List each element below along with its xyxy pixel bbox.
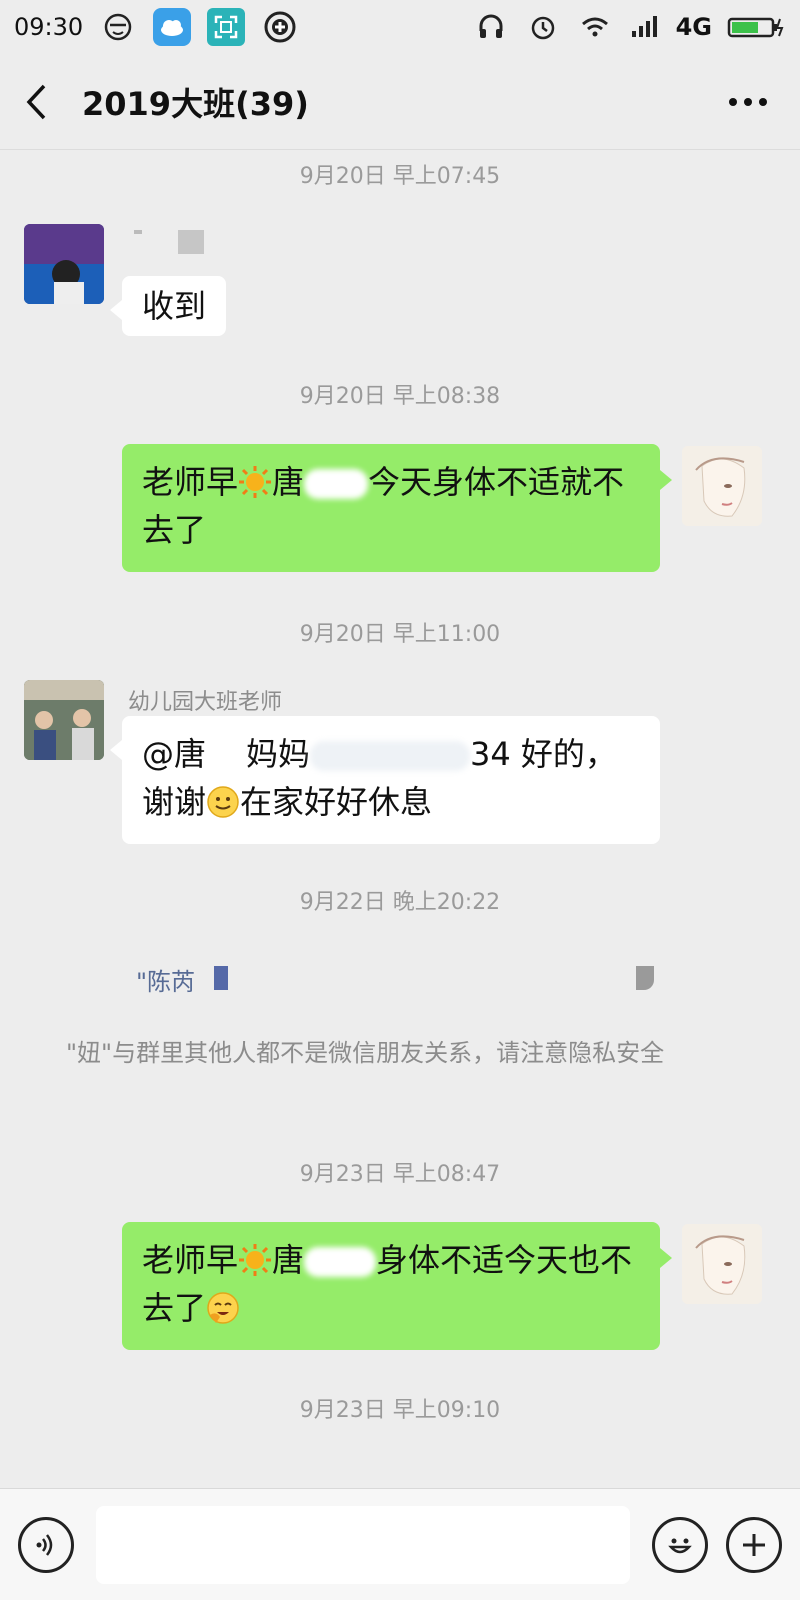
weather-icon <box>153 8 192 46</box>
message-text: 唐 <box>272 1241 305 1279</box>
emoji-button[interactable] <box>652 1516 708 1573</box>
system-notice: "妞"与群里其他人都不是微信朋友关系，请注意隐私安全 <box>66 1039 665 1067</box>
scan-icon <box>207 8 246 46</box>
more-dots-icon <box>729 97 767 106</box>
status-bar: 09:30 4G <box>0 0 800 54</box>
redacted-text <box>310 741 471 771</box>
redacted-mark <box>214 966 228 990</box>
chat-header: 2019大班(39) <box>0 54 800 150</box>
message-timestamp: 9月23日 早上09:10 <box>299 1398 501 1423</box>
alarm-icon <box>524 8 562 46</box>
sender-name: 幼儿园大班老师 <box>128 690 283 715</box>
message-bubble-outgoing[interactable]: 老师早唐身体不适今天也不去了 <box>122 1222 672 1350</box>
redacted-mark <box>636 966 654 990</box>
plus-icon <box>743 1533 765 1556</box>
message-text: 妈妈 <box>246 735 311 773</box>
message-timestamp: 9月20日 早上11:00 <box>299 622 501 647</box>
avatar[interactable] <box>24 680 104 760</box>
signal-icon <box>628 8 662 46</box>
voice-button[interactable] <box>18 1516 74 1573</box>
voice-icon <box>36 1533 53 1556</box>
message-text: 老师早 <box>142 463 239 501</box>
message-bubble-outgoing[interactable]: 老师早唐今天身体不适就不去了 <box>122 444 672 572</box>
facepalm-emoji-icon <box>207 1292 239 1324</box>
message-timestamp: 9月23日 早上08:47 <box>299 1162 501 1187</box>
message-text: 收到 <box>142 287 207 325</box>
mention-text[interactable]: @唐 <box>142 735 206 773</box>
plus-circle-icon <box>261 8 299 46</box>
sun-emoji-icon <box>239 466 272 498</box>
message-timestamp: 9月20日 早上07:45 <box>299 164 501 189</box>
emoji-icon <box>668 1538 692 1553</box>
redacted-mark <box>178 230 204 254</box>
message-text: 唐 <box>272 463 305 501</box>
redacted-text <box>304 469 369 499</box>
message-input[interactable] <box>96 1505 630 1584</box>
back-button[interactable] <box>24 77 64 127</box>
message-timestamp: 9月20日 早上08:38 <box>299 384 501 409</box>
redacted-name <box>134 230 142 234</box>
plus-button[interactable] <box>726 1516 782 1573</box>
avatar-self[interactable] <box>682 1224 762 1304</box>
message-timestamp: 9月22日 晚上20:22 <box>299 890 501 915</box>
message-text: 在家好好休息 <box>240 783 433 821</box>
headphone-icon <box>472 8 510 46</box>
chat-message-list[interactable]: 9月20日 早上07:45 收到 9月20日 早上08:38 老师早唐今天身体不… <box>0 150 800 1488</box>
more-button[interactable] <box>720 82 776 122</box>
redacted-text <box>304 1247 377 1277</box>
avatar[interactable] <box>24 224 104 304</box>
quoted-member-name[interactable]: "陈芮 <box>136 962 195 997</box>
input-bar <box>0 1488 800 1600</box>
sun-emoji-icon <box>239 1244 272 1276</box>
face-icon <box>99 8 137 46</box>
message-bubble-incoming[interactable]: 收到 <box>110 276 226 336</box>
status-time: 09:30 <box>14 13 84 41</box>
battery-icon <box>726 8 786 46</box>
smile-emoji-icon <box>207 786 239 818</box>
chat-title: 2019大班(39) <box>82 84 309 123</box>
redacted-text <box>206 741 247 771</box>
avatar-self[interactable] <box>682 446 762 526</box>
message-bubble-incoming[interactable]: @唐 妈妈 34 好的，谢谢 在家好好休息 <box>110 716 660 844</box>
network-label: 4G <box>675 13 712 41</box>
chevron-left-icon <box>26 84 46 119</box>
wifi-icon <box>576 8 614 46</box>
message-text: 老师早 <box>142 1241 239 1279</box>
